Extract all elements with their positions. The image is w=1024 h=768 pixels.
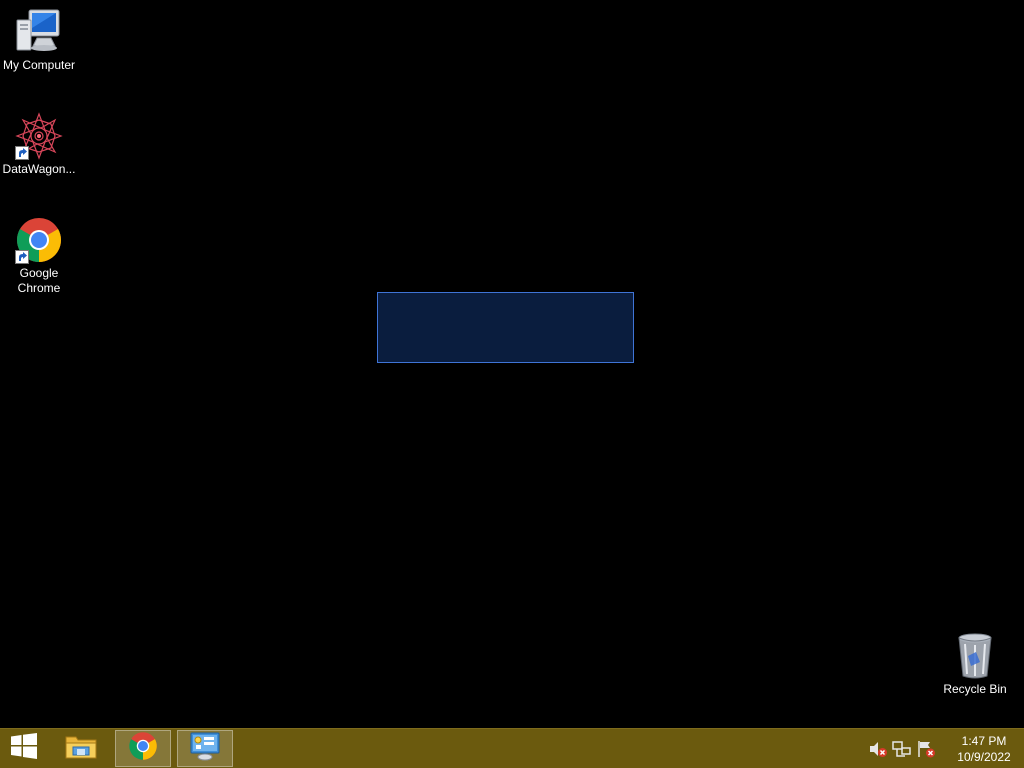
desktop-icon-label: Recycle Bin (943, 682, 1007, 696)
action-center-flag-icon[interactable] (916, 739, 936, 759)
desktop-icon-recycle-bin[interactable]: Recycle Bin (936, 632, 1014, 697)
taskbar: 1:47 PM 10/9/2022 (0, 728, 1024, 768)
taskbar-clock[interactable]: 1:47 PM 10/9/2022 (946, 733, 1022, 765)
desktop-icon-google-chrome[interactable]: Google Chrome (0, 216, 78, 296)
shortcut-arrow-icon (15, 250, 29, 264)
desktop-icon-my-computer[interactable]: My Computer (0, 8, 78, 73)
taskbar-control-panel-button[interactable] (177, 730, 233, 767)
computer-icon (15, 8, 63, 56)
selection-rectangle (377, 292, 634, 363)
taskbar-google-chrome-button[interactable] (115, 730, 171, 767)
network-icon[interactable] (892, 739, 912, 759)
windows-logo-icon (11, 733, 37, 764)
datawagon-icon (15, 112, 63, 160)
chrome-icon (128, 731, 158, 766)
desktop[interactable]: My Computer DataWagon... Google Chrome R… (0, 0, 1024, 728)
taskbar-file-explorer-button[interactable] (53, 730, 109, 767)
speaker-muted-icon[interactable] (868, 739, 888, 759)
shortcut-arrow-icon (15, 146, 29, 160)
recycle-bin-icon (951, 632, 999, 680)
system-tray: 1:47 PM 10/9/2022 (866, 729, 1024, 768)
control-panel-icon (189, 730, 221, 767)
folder-icon (64, 731, 98, 766)
clock-time: 1:47 PM (961, 733, 1007, 748)
desktop-icon-label: My Computer (2, 58, 76, 72)
desktop-icon-label: DataWagon... (2, 162, 76, 176)
clock-date: 10/9/2022 (957, 749, 1011, 764)
start-button[interactable] (0, 729, 48, 768)
chrome-icon (15, 216, 63, 264)
desktop-icon-label: Google Chrome (17, 266, 61, 295)
desktop-icon-datawagon[interactable]: DataWagon... (0, 112, 78, 177)
